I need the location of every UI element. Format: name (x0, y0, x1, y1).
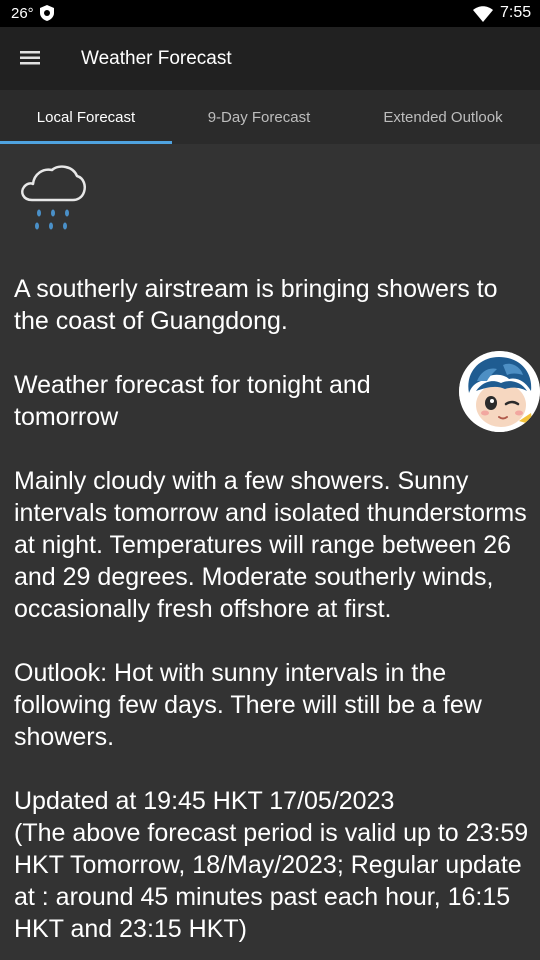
wifi-icon (473, 6, 493, 26)
status-clock: 7:55 (500, 4, 532, 21)
mascot-avatar[interactable] (459, 351, 540, 432)
tab-extended-outlook[interactable]: Extended Outlook (346, 90, 540, 144)
forecast-description-text: Mainly cloudy with a few showers. Sunny … (14, 467, 527, 623)
cloud-with-rain-icon (18, 162, 88, 234)
active-tab-indicator (0, 141, 172, 144)
outlook-text: Outlook: Hot with sunny intervals in the… (14, 659, 482, 751)
hamburger-menu-icon[interactable] (20, 49, 42, 67)
general-situation-text: A southerly airstream is bringing shower… (14, 275, 498, 335)
forecast-period-heading: Weather forecast for tonight and tomorro… (14, 371, 371, 431)
tab-bar: Local Forecast 9-Day Forecast Extended O… (0, 90, 540, 144)
validity-text: (The above forecast period is valid up t… (14, 819, 529, 943)
forecast-content: A southerly airstream is bringing shower… (14, 273, 534, 945)
tab-local-forecast[interactable]: Local Forecast (0, 90, 172, 144)
updated-time-text: Updated at 19:45 HKT 17/05/2023 (14, 787, 395, 815)
app-bar: Weather Forecast (0, 27, 540, 90)
app-title: Weather Forecast (81, 48, 232, 69)
status-bar: 26° 7:55 (0, 0, 540, 27)
status-temperature: 26° (11, 5, 34, 22)
shield-icon (40, 5, 54, 25)
tab-9-day-forecast[interactable]: 9-Day Forecast (172, 90, 346, 144)
